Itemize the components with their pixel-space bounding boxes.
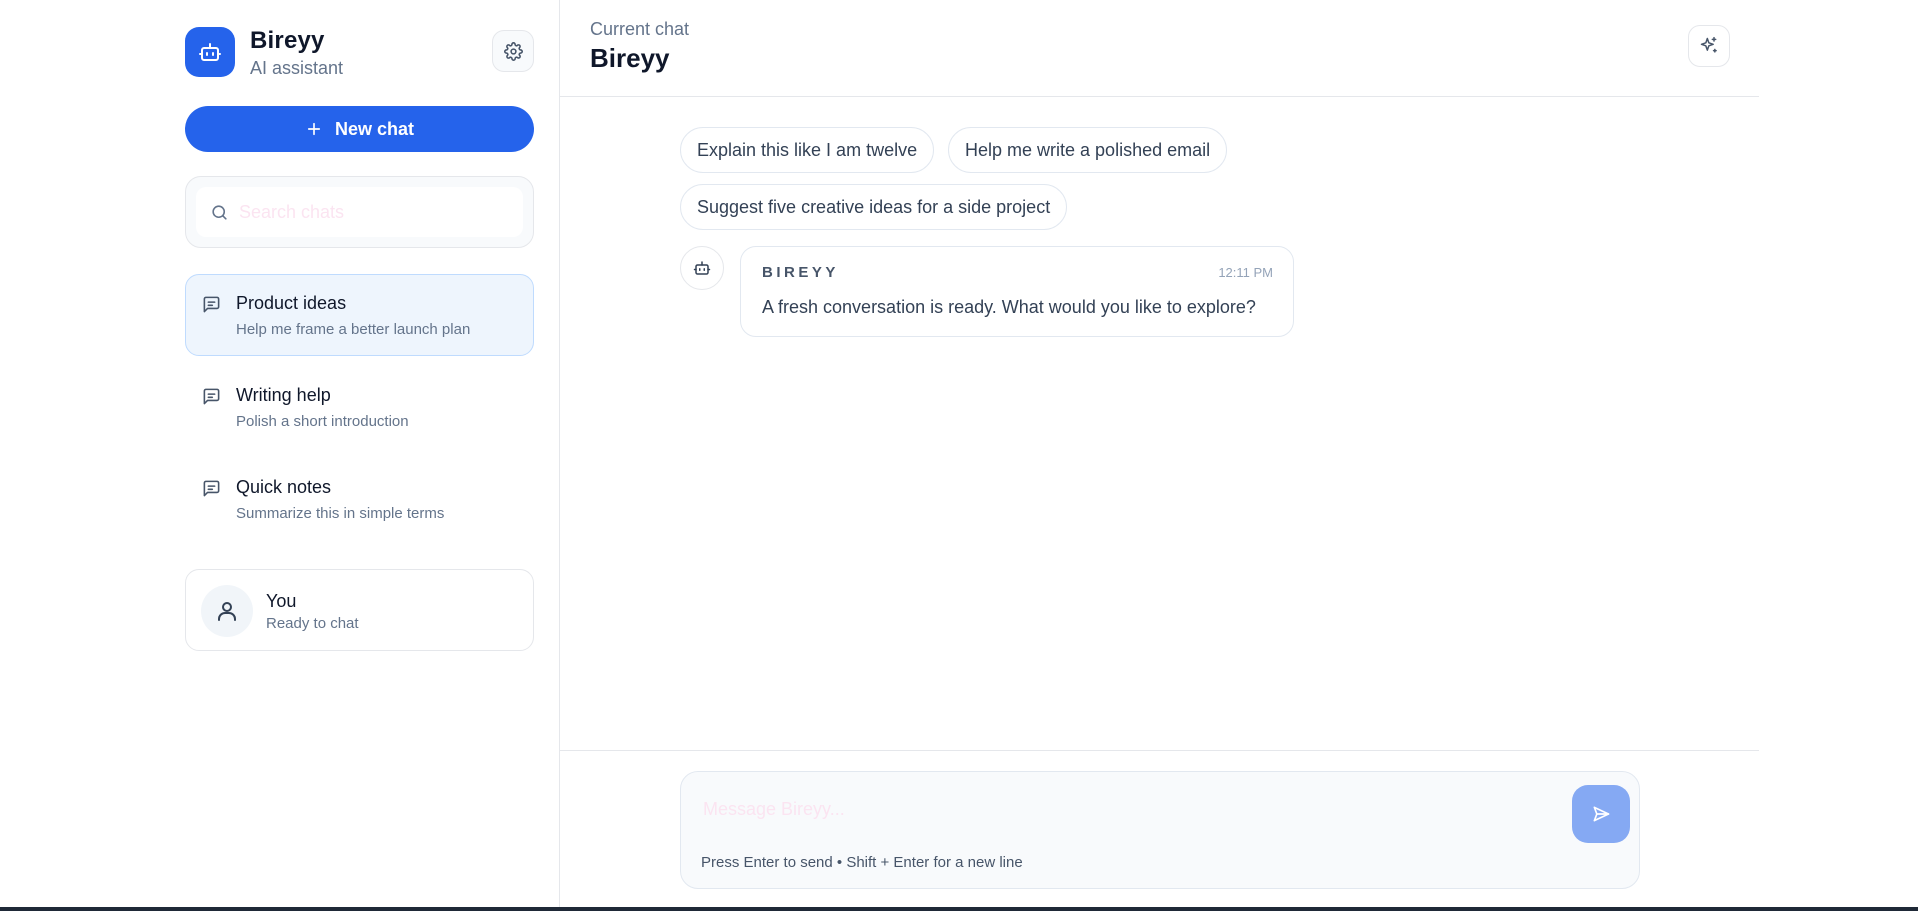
search-field (196, 187, 523, 237)
user-name: You (266, 591, 297, 611)
brand: Bireyy AI assistant (185, 27, 534, 78)
send-button[interactable] (1572, 785, 1630, 843)
user-profile-card[interactable]: You Ready to chat (185, 569, 534, 651)
brand-subtitle: AI assistant (250, 58, 344, 78)
suggestion-chip[interactable]: Suggest five creative ideas for a side p… (680, 184, 1068, 230)
search-box (185, 176, 534, 248)
bot-avatar (680, 246, 724, 290)
user-icon (218, 602, 236, 621)
app-window: Bireyy AI assistant New chat Search chat… (0, 0, 1918, 911)
message-input[interactable] (703, 796, 1563, 822)
suggestion-chip[interactable]: Help me write a polished email (948, 127, 1228, 173)
gear-icon (503, 41, 523, 61)
chat-item-preview: Polish a short introduction (236, 413, 409, 430)
chat-item-preview: Help me frame a better launch plan (236, 321, 471, 338)
user-status: Ready to chat (266, 615, 359, 632)
chat-bubble-icon (203, 480, 220, 497)
header-label: Current chat (590, 19, 690, 39)
composer-hint: Press Enter to send • Shift + Enter for … (701, 854, 1023, 871)
chat-item-product-ideas[interactable]: Product ideas Help me frame a better lau… (185, 274, 534, 356)
avatar (201, 585, 253, 637)
message-timestamp: 12:11 PM (1218, 265, 1273, 280)
new-chat-button[interactable]: New chat (185, 106, 534, 152)
message-text: A fresh conversation is ready. What woul… (762, 297, 1256, 317)
message-composer: Press Enter to send • Shift + Enter for … (680, 771, 1640, 889)
sparkles-icon (1700, 36, 1717, 53)
send-icon (1593, 806, 1610, 822)
sidebar: Bireyy AI assistant New chat Search chat… (0, 0, 560, 907)
chat-item-writing-help[interactable]: Writing help Polish a short introduction (185, 366, 534, 448)
chat-bubble-icon (203, 296, 220, 313)
new-chat-label: New chat (334, 118, 415, 139)
page-title: Bireyy (590, 43, 670, 73)
chat-bubble-icon (203, 388, 220, 405)
chat-item-quick-notes[interactable]: Quick notes Summarize this in simple ter… (185, 458, 534, 540)
chat-item-title: Product ideas (236, 293, 347, 313)
chat-item-title: Writing help (236, 385, 331, 405)
suggestion-chip[interactable]: Explain this like I am twelve (680, 127, 935, 173)
message-bubble: BIREYY 12:11 PM A fresh conversation is … (740, 246, 1294, 337)
plus-icon (307, 122, 321, 136)
robot-icon (185, 27, 235, 77)
chat-main: Current chat Bireyy Explain this like I … (560, 0, 1759, 907)
settings-button[interactable] (492, 30, 534, 72)
window-bottom-edge (0, 907, 1918, 911)
sparkles-button[interactable] (1688, 25, 1730, 67)
chat-item-preview: Summarize this in simple terms (236, 505, 445, 522)
message-sender: BIREYY (762, 264, 839, 281)
chat-header: Current chat Bireyy (560, 0, 1759, 97)
chat-item-title: Quick notes (236, 477, 332, 497)
search-icon (212, 204, 227, 220)
composer-divider (560, 750, 1759, 751)
robot-icon (693, 261, 711, 275)
search-input[interactable] (239, 201, 499, 223)
brand-name: Bireyy (250, 27, 325, 54)
